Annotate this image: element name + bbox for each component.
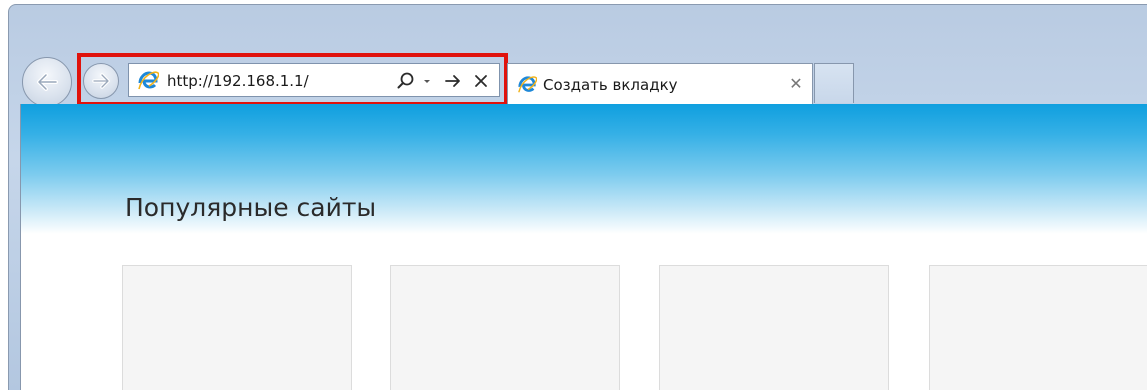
new-tab-button[interactable]	[814, 63, 854, 103]
new-tab-page: Популярные сайты	[20, 104, 1147, 390]
internet-explorer-icon	[518, 76, 537, 93]
close-tab-icon[interactable]: ✕	[788, 76, 804, 92]
address-bar-highlight	[77, 53, 508, 106]
site-tile[interactable]	[390, 265, 620, 390]
site-tile[interactable]	[929, 265, 1147, 390]
back-arrow-icon	[37, 73, 58, 91]
site-tile[interactable]	[122, 265, 352, 390]
browser-window: http://192.168.1.1/ Создать вкладку ✕ По…	[0, 0, 1147, 390]
popular-sites-heading: Популярные сайты	[125, 193, 377, 222]
tab-title: Создать вкладку	[543, 76, 678, 94]
back-button[interactable]	[22, 57, 72, 107]
site-tile[interactable]	[659, 265, 889, 390]
tab-new-tab[interactable]: Создать вкладку ✕	[507, 63, 813, 105]
